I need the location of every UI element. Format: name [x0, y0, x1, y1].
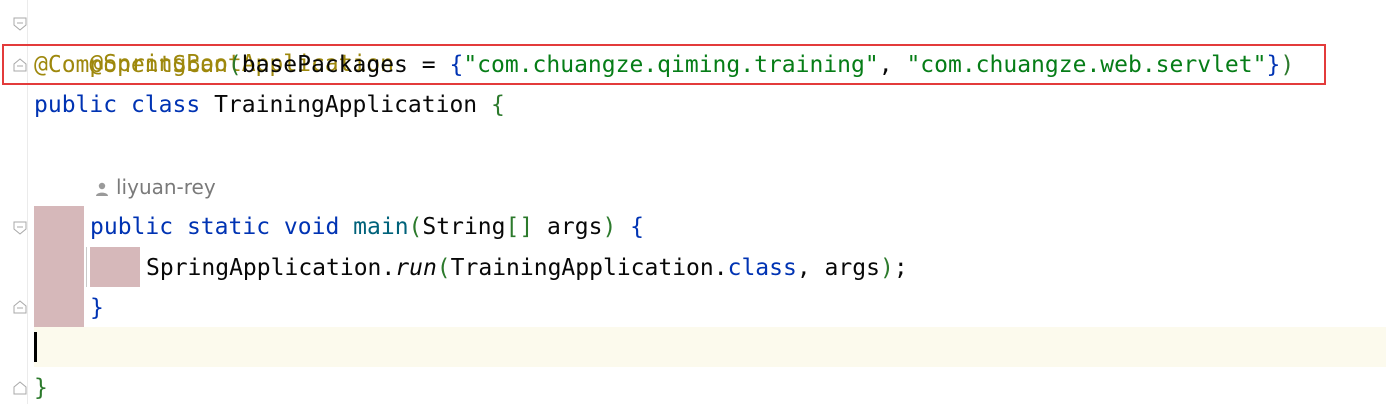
- array-brackets: []: [505, 214, 534, 240]
- text-caret: [34, 332, 37, 362]
- code-line-5[interactable]: public static void main(String[] args) {: [90, 207, 644, 247]
- author-name: liyuan-rey: [116, 175, 216, 199]
- fold-marker-icon[interactable]: [13, 300, 27, 314]
- arguments: , args: [796, 255, 880, 281]
- keyword: class: [130, 92, 201, 118]
- indent-highlight: [34, 206, 84, 327]
- parameter-name: args: [533, 214, 603, 240]
- method-name: run: [395, 255, 437, 281]
- code-line-7[interactable]: }: [90, 288, 104, 328]
- code-line-3[interactable]: public class TrainingApplication {: [34, 85, 505, 125]
- class-reference: SpringApplication.: [146, 255, 396, 281]
- code-editor[interactable]: @SpringBootApplication @ComponentScan(ba…: [0, 0, 1386, 404]
- type-name: String: [422, 214, 506, 240]
- brace: }: [34, 375, 48, 401]
- keyword: class: [727, 255, 797, 281]
- class-name: TrainingApplication: [214, 92, 478, 118]
- fold-marker-icon[interactable]: [13, 17, 27, 31]
- person-icon: [96, 182, 108, 196]
- brace: {: [630, 214, 645, 240]
- keyword: public: [90, 214, 174, 240]
- current-line-highlight: [0, 327, 1386, 367]
- code-line-6[interactable]: SpringApplication.run(TrainingApplicatio…: [146, 248, 908, 288]
- keyword: static: [186, 214, 271, 240]
- brace: }: [90, 295, 104, 321]
- fold-marker-icon[interactable]: [13, 221, 27, 235]
- indent-highlight: [90, 247, 140, 287]
- keyword: void: [283, 214, 340, 240]
- paren: (: [408, 214, 423, 240]
- class-reference: TrainingApplication.: [450, 255, 728, 281]
- paren: (: [436, 255, 451, 281]
- indent-guide: [86, 247, 87, 287]
- highlight-annotation-box: [2, 44, 1326, 85]
- method-name: main: [353, 214, 409, 240]
- fold-marker-icon[interactable]: [13, 381, 27, 395]
- brace: {: [491, 92, 505, 118]
- semicolon: ;: [893, 255, 908, 281]
- paren: ): [879, 255, 894, 281]
- code-line-1[interactable]: @SpringBootApplication: [34, 4, 394, 77]
- paren: ): [602, 214, 617, 240]
- author-hint[interactable]: liyuan-rey: [94, 167, 216, 207]
- keyword: public: [34, 92, 118, 118]
- code-line-9[interactable]: }: [34, 368, 48, 404]
